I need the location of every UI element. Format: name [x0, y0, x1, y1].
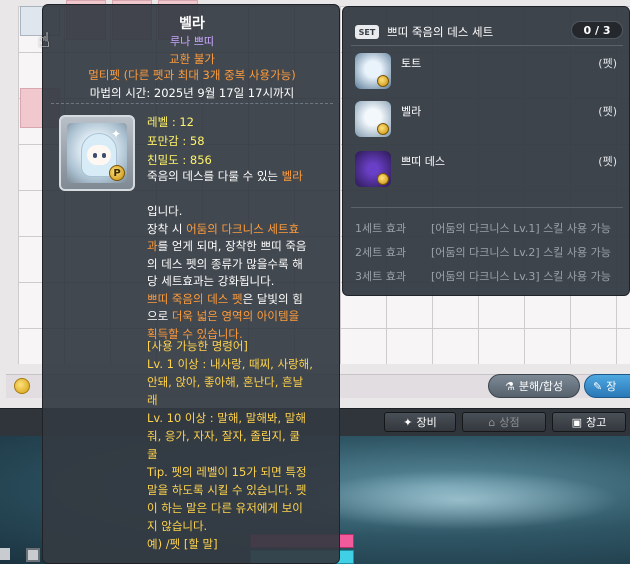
equipment-button[interactable]: ✦ 장비: [384, 412, 456, 432]
decompose-button[interactable]: ⚗ 분해/합성: [488, 374, 580, 398]
pet-description-body: 입니다. 장착 시 어둠의 다크니스 세트효 과를 얻게 되며, 장착한 쁘띠 …: [147, 204, 307, 341]
pet-toth-icon: [355, 53, 391, 89]
set-effect-row: 3세트 효과 [어둠의 다크니스 Lv.3] 스킬 사용 가능: [355, 270, 611, 283]
set-effect-row: 2세트 효과 [어둠의 다크니스 Lv.2] 스킬 사용 가능: [355, 246, 611, 259]
pet-badge-icon: P: [109, 165, 125, 181]
meso-coin-icon: [14, 378, 30, 394]
set-effect-panel: SET 쁘띠 죽음의 데스 세트 0 / 3 토트 (펫) 벨라 (펫) 쁘띠 …: [342, 6, 630, 296]
stat-level: 레벨 : 12: [147, 115, 194, 129]
pet-bella-icon: [355, 101, 391, 137]
hand-cursor-icon: ☝: [38, 28, 51, 52]
scene-light-effect: [300, 470, 620, 530]
storage-icon: ▣: [571, 415, 583, 429]
sword-icon: ✦: [403, 415, 413, 429]
trade-restriction: 교환 불가: [169, 52, 215, 66]
set-member: 벨라 (펫): [355, 101, 625, 147]
set-effects: 1세트 효과 [어둠의 다크니스 Lv.1] 스킬 사용 가능 2세트 효과 […: [355, 217, 627, 289]
pet-name: 벨라: [179, 16, 205, 32]
multi-pet-note: 멀티펫 (다른 펫과 최대 3개 중복 사용가능): [88, 68, 296, 82]
pet-image: ✦ P: [67, 123, 127, 183]
divider: [351, 207, 623, 208]
set-member: 쁘띠 데스 (펫): [355, 151, 625, 197]
magic-time: 마법의 시간: 2025년 9월 17일 17시까지: [89, 86, 295, 100]
pet-commands: [사용 가능한 명령어] Lv. 1 이상 : 내사랑, 때찌, 사랑해, 안돼…: [147, 339, 313, 551]
pet-stats: 레벨 : 12 포만감 : 58 친밀도 : 856: [147, 113, 212, 170]
set-title: 쁘띠 죽음의 데스 세트: [387, 25, 494, 39]
set-member: 토트 (펫): [355, 53, 625, 99]
wrench-icon: ✎: [593, 379, 603, 393]
divider: [51, 103, 333, 104]
flask-icon: ⚗: [504, 379, 515, 393]
window-icon[interactable]: [26, 548, 40, 562]
shop-icon: ⌂: [488, 415, 496, 429]
shop-button[interactable]: ⌂ 상점: [462, 412, 546, 432]
pet-tooltip: 벨라 루나 쁘띠 교환 불가 멀티펫 (다른 펫과 최대 3개 중복 사용가능)…: [42, 4, 340, 564]
pet-description: 죽음의 데스를 다룰 수 있는 벨라: [147, 169, 303, 183]
set-badge: SET: [355, 25, 379, 39]
pet-petit-death-icon: [355, 151, 391, 187]
set-effect-row: 1세트 효과 [어둠의 다크니스 Lv.1] 스킬 사용 가능: [355, 222, 611, 235]
sparkle-icon: ✦: [111, 127, 122, 141]
storage-button[interactable]: ▣ 창고: [552, 412, 626, 432]
stat-fullness: 포만감 : 58: [147, 134, 205, 148]
menu-icon[interactable]: [0, 548, 10, 560]
pet-portrait: ✦ P: [59, 115, 135, 191]
pet-subtitle: 루나 쁘띠: [170, 35, 214, 48]
divider: [351, 45, 623, 46]
equip-tab-button[interactable]: ✎ 장: [584, 374, 630, 398]
set-count: 0 / 3: [571, 21, 623, 39]
